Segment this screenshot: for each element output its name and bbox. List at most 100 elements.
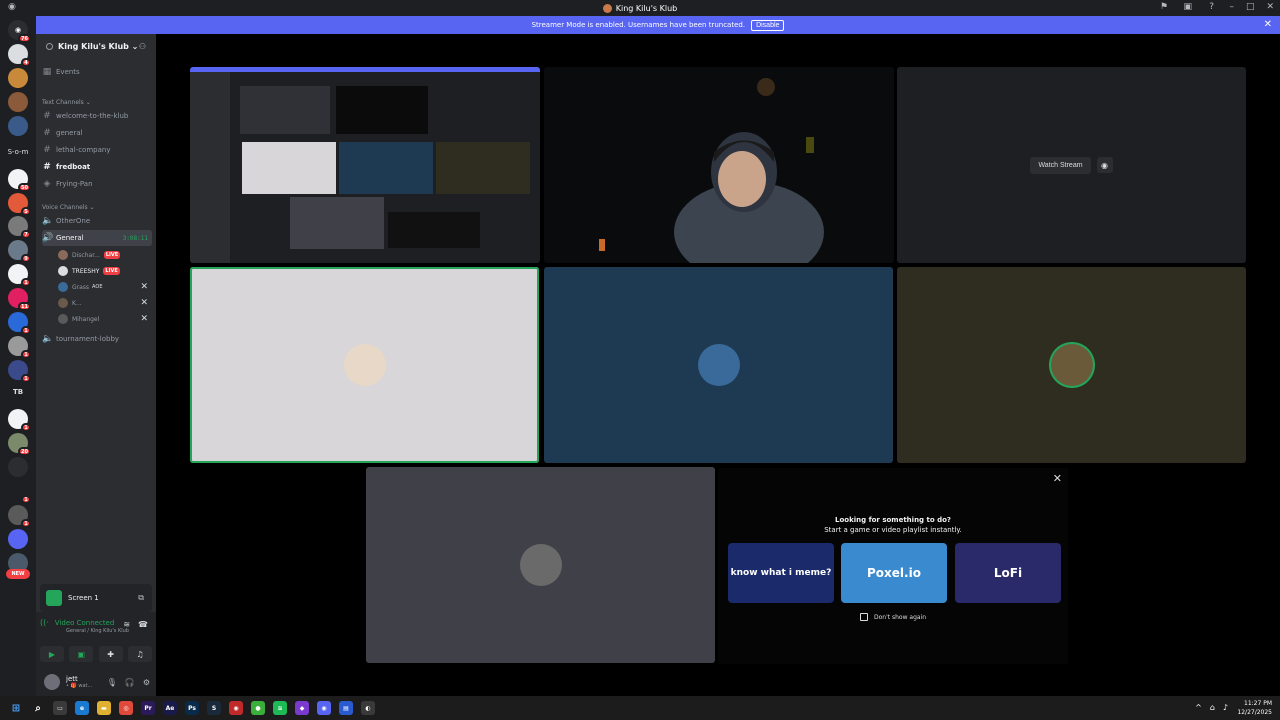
app-icon[interactable]: ◆ <box>295 701 309 715</box>
activity-know-what-i-meme[interactable]: know what i meme? <box>728 543 834 603</box>
share-screen-button[interactable]: ▣ <box>69 646 94 662</box>
channel-frying-pan[interactable]: ◈ Frying-Pan <box>42 176 152 192</box>
channel-welcome[interactable]: # welcome-to-the-klub <box>42 108 152 124</box>
premiere-icon[interactable]: Pr <box>141 701 155 715</box>
server-icon[interactable] <box>8 529 28 549</box>
server-icon[interactable] <box>8 92 28 112</box>
server-icon[interactable] <box>8 457 28 477</box>
preview-eye-icon[interactable]: ◉ <box>1096 157 1113 173</box>
camera-button[interactable]: ▶ <box>40 646 64 662</box>
voice-user[interactable]: Mihangel ✕ <box>58 312 150 326</box>
tile-user-3[interactable] <box>897 267 1246 463</box>
folder-label-som[interactable]: S-o-m <box>0 148 36 156</box>
voice-user[interactable]: Dischar... LIVE <box>58 248 150 262</box>
file-explorer-icon[interactable]: ▬ <box>97 701 111 715</box>
voice-user[interactable]: TREESHY LIVE <box>58 264 150 278</box>
home-button[interactable]: ◉ 76 <box>8 20 31 43</box>
server-icon[interactable]: 20 <box>8 433 31 456</box>
soundboard-button[interactable]: ♫ <box>127 646 152 662</box>
headphones-icon[interactable]: 🎧 <box>125 678 135 687</box>
server-icon[interactable]: 7 <box>8 216 31 239</box>
notepad-icon[interactable]: ▤ <box>339 701 353 715</box>
app-icon[interactable]: ◐ <box>361 701 375 715</box>
discord-taskbar-icon[interactable]: ◉ <box>317 701 331 715</box>
server-icon[interactable]: 1 <box>8 312 31 335</box>
steam-icon[interactable]: S <box>207 701 221 715</box>
tile-mihangel[interactable] <box>366 467 715 663</box>
app-icon[interactable]: ● <box>251 701 265 715</box>
server-icon[interactable]: 1 <box>8 481 31 504</box>
network-icon[interactable]: ⌂ <box>1210 703 1215 712</box>
voice-controls: ≋ ☎ <box>123 620 148 629</box>
noise-suppression-icon[interactable]: ≋ <box>123 620 130 629</box>
close-banner-icon[interactable]: ✕ <box>1264 19 1272 30</box>
camera-tile[interactable] <box>544 67 894 263</box>
maximize-button[interactable]: □ <box>1246 2 1255 12</box>
screen-share-tile[interactable] <box>190 67 540 263</box>
channel-general[interactable]: # general <box>42 125 152 141</box>
voice-channel-otherone[interactable]: 🔈 OtherOne <box>42 213 152 229</box>
voice-user[interactable]: Grass AOE ✕ <box>58 280 150 294</box>
avatar <box>58 250 68 260</box>
gear-icon[interactable]: ⚙ <box>143 678 150 687</box>
chevron-up-icon[interactable]: ^ <box>1195 703 1202 712</box>
after-effects-icon[interactable]: Ae <box>163 701 177 715</box>
disconnect-icon[interactable]: ☎ <box>138 620 148 629</box>
activities-button[interactable]: ✚ <box>98 646 123 662</box>
guild-header[interactable]: King Kilu's Klub ⌄ ⚇ <box>36 34 156 58</box>
popout-icon[interactable]: ⧉ <box>138 593 144 603</box>
start-icon[interactable]: ⊞ <box>9 701 23 715</box>
chrome-icon[interactable]: ◎ <box>119 701 133 715</box>
screen-icon[interactable]: ▣ <box>1183 2 1192 12</box>
server-icon[interactable]: 1 <box>8 409 31 432</box>
server-icon[interactable]: 50 <box>8 169 31 192</box>
activity-lofi[interactable]: LoFi <box>955 543 1061 603</box>
screen-share-panel[interactable]: Screen 1 ⧉ <box>40 584 152 612</box>
voice-user[interactable]: K... ✕ <box>58 296 150 310</box>
close-button[interactable]: ✕ <box>1266 2 1274 12</box>
server-icon[interactable]: 1 <box>8 264 31 287</box>
server-icon[interactable]: 9 <box>8 240 31 263</box>
events-item[interactable]: ▦ Events <box>42 64 152 80</box>
invite-icon[interactable]: ⚇ <box>139 42 146 51</box>
app-icon[interactable]: ◉ <box>229 701 243 715</box>
edge-icon[interactable]: e <box>75 701 89 715</box>
close-icon[interactable]: ✕ <box>1053 472 1062 485</box>
server-icon[interactable] <box>8 116 28 136</box>
avatar <box>58 282 68 292</box>
server-icon[interactable]: 11 <box>8 288 31 311</box>
server-icon[interactable]: 1 <box>8 336 31 359</box>
dont-show-again[interactable]: Don't show again <box>718 613 1068 621</box>
server-icon[interactable]: 1 <box>8 505 31 528</box>
spotify-icon[interactable]: ≋ <box>273 701 287 715</box>
channel-fredboat[interactable]: # fredboat <box>42 159 152 175</box>
help-icon[interactable]: ? <box>1209 2 1214 12</box>
tile-user-1[interactable] <box>190 267 539 463</box>
server-icon[interactable]: 1 <box>8 360 31 383</box>
voice-channel-general[interactable]: 🔊 General 3:08:11 <box>42 230 152 246</box>
minimize-button[interactable]: – <box>1229 2 1234 12</box>
server-icon[interactable] <box>8 68 28 88</box>
clock[interactable]: 11:27 PM 12/27/2025 <box>1237 699 1272 717</box>
disable-streamer-button[interactable]: Disable <box>751 19 785 31</box>
photoshop-icon[interactable]: Ps <box>185 701 199 715</box>
tile-grass[interactable] <box>544 267 893 463</box>
search-icon[interactable]: ⌕ <box>31 701 45 715</box>
dont-show-checkbox[interactable] <box>859 613 868 621</box>
folder-label-tb[interactable]: TB <box>0 388 36 396</box>
inbox-icon[interactable]: ⚑ <box>1160 2 1168 12</box>
server-icon[interactable]: 4 <box>8 44 31 67</box>
channel-lethal-company[interactable]: # lethal-company <box>42 142 152 158</box>
volume-icon[interactable]: ♪ <box>1223 703 1228 712</box>
watch-stream-button[interactable]: Watch Stream <box>1030 156 1091 174</box>
server-icon[interactable]: 5 <box>8 193 31 216</box>
avatar[interactable] <box>44 674 60 690</box>
activity-poxel[interactable]: Poxel.io <box>841 543 947 603</box>
mic-icon[interactable]: 🎙 <box>107 678 117 687</box>
voice-channel-path[interactable]: General / King Kilu's Klub <box>66 628 129 634</box>
user-info[interactable]: jett • 🎁 wat... <box>66 675 92 689</box>
activity-tag: AOE <box>92 284 103 290</box>
voice-channel-tournament[interactable]: 🔈 tournament-lobby <box>42 331 152 347</box>
task-view-icon[interactable]: ▭ <box>53 701 67 715</box>
nested-tile <box>240 86 330 134</box>
